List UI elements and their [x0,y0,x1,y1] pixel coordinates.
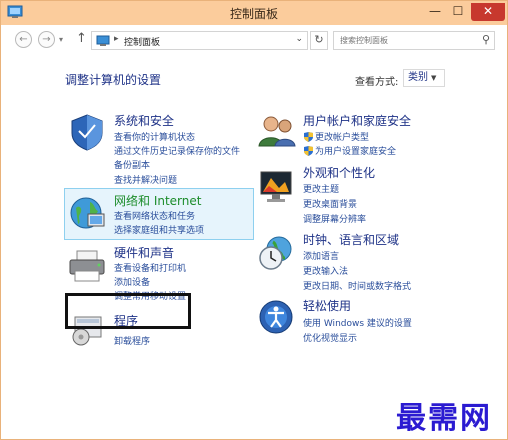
search-input[interactable] [338,33,474,48]
breadcrumb-item[interactable]: 控制面板 [124,35,160,48]
maximize-button[interactable]: ☐ [447,3,469,21]
uac-shield-icon [304,146,313,156]
link-change-account-type[interactable]: 更改帐户类型 [315,130,369,143]
link-windows-recommended-settings[interactable]: 使用 Windows 建议的设置 [303,316,412,329]
view-by-value: 类别 [408,72,428,83]
link-homegroup-sharing[interactable]: 选择家庭组和共享选项 [114,223,204,236]
ease-of-access-icon[interactable] [258,299,294,335]
search-box[interactable]: ⚲ [333,31,495,50]
page-heading: 调整计算机的设置 [65,73,162,87]
close-button[interactable]: ✕ [471,3,505,21]
user-accounts-icon[interactable] [257,114,297,148]
network-internet-title[interactable]: 网络和 Internet [114,192,201,209]
link-desktop-background[interactable]: 更改桌面背景 [303,197,357,210]
link-file-history[interactable]: 通过文件历史记录保存你的文件 [114,144,240,157]
link-optimize-visual-display[interactable]: 优化视觉显示 [303,331,357,344]
link-date-time-format[interactable]: 更改日期、时间或数字格式 [303,279,411,292]
link-devices-printers[interactable]: 查看设备和打印机 [114,261,186,274]
minimize-button[interactable]: — [424,3,446,21]
user-accounts-title[interactable]: 用户帐户和家庭安全 [303,112,411,129]
link-view-network-status[interactable]: 查看网络状态和任务 [114,209,195,222]
link-change-input-method[interactable]: 更改输入法 [303,264,348,277]
control-panel-window: 控制面板 — ☐ ✕ ← → ▾ ↑ ▸ 控制面板 ⌄ ↻ ⚲ 调整计算机的设置… [0,0,508,440]
hardware-printer-icon[interactable] [67,249,107,285]
view-by-label: 查看方式: [355,77,399,88]
search-icon[interactable]: ⚲ [482,33,490,46]
clock-globe-icon[interactable] [257,234,295,272]
address-dropdown-icon[interactable]: ⌄ [295,34,303,44]
ease-of-access-title[interactable]: 轻松使用 [303,297,351,314]
navigation-bar: ← → ▾ ↑ ▸ 控制面板 ⌄ ↻ ⚲ [1,25,507,57]
link-view-computer-status[interactable]: 查看你的计算机状态 [114,130,195,143]
system-security-title[interactable]: 系统和安全 [114,112,174,129]
breadcrumb-separator-icon[interactable]: ▸ [114,34,119,44]
appearance-title[interactable]: 外观和个性化 [303,164,375,181]
link-add-language[interactable]: 添加语言 [303,249,339,262]
link-troubleshoot[interactable]: 查找并解决问题 [114,173,177,186]
refresh-button[interactable]: ↻ [310,31,328,50]
uac-shield-icon [304,132,313,142]
address-bar[interactable]: ▸ 控制面板 ⌄ [91,31,308,50]
watermark-text: 最需网 [396,401,492,436]
link-screen-resolution[interactable]: 调整屏幕分辨率 [303,212,366,225]
back-button[interactable]: ← [15,31,32,48]
clock-language-region-title[interactable]: 时钟、语言和区域 [303,231,399,248]
link-backup[interactable]: 备份副本 [114,158,150,171]
system-security-shield-icon[interactable] [69,113,105,151]
dropdown-caret-icon: ▼ [431,74,437,82]
forward-button[interactable]: → [38,31,55,48]
title-bar: 控制面板 — ☐ ✕ [1,1,507,25]
link-family-safety[interactable]: 为用户设置家庭安全 [315,144,396,157]
annotation-highlight-box [65,293,191,329]
link-add-device[interactable]: 添加设备 [114,275,150,288]
link-change-theme[interactable]: 更改主题 [303,182,339,195]
link-uninstall-program[interactable]: 卸载程序 [114,334,150,347]
up-arrow-icon[interactable]: ↑ [76,31,87,46]
view-by-dropdown[interactable]: 类别 ▼ [403,69,445,87]
recent-locations-chevron-icon[interactable]: ▾ [59,35,63,44]
network-globe-icon[interactable] [68,194,106,232]
appearance-monitor-icon[interactable] [257,168,297,206]
control-panel-icon [96,35,110,46]
hardware-sound-title[interactable]: 硬件和声音 [114,244,174,261]
